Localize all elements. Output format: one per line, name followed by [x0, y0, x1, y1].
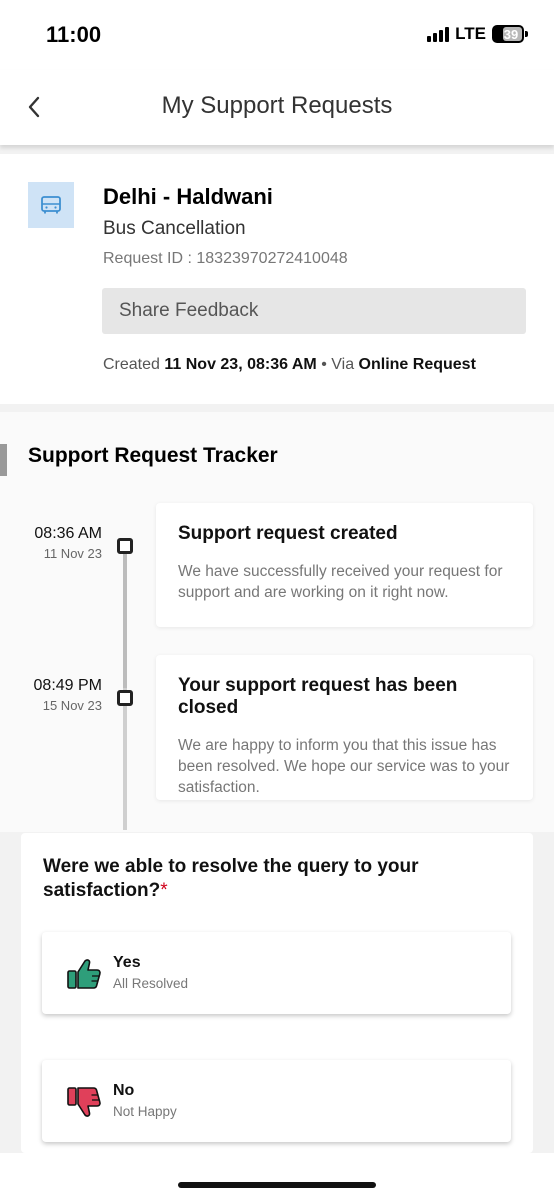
event-date: 15 Nov 23	[42, 698, 102, 713]
option-sublabel: All Resolved	[113, 976, 189, 991]
event-time: 08:49 PM	[33, 677, 102, 694]
event-time: 08:36 AM	[34, 525, 102, 542]
support-request-tracker: Support Request Tracker 08:36 AM 11 Nov …	[0, 412, 554, 832]
battery-level: 39	[503, 26, 519, 42]
request-summary-card: Delhi - Haldwani Bus Cancellation Reques…	[0, 154, 554, 404]
status-indicators: LTE 39	[427, 24, 528, 44]
request-category: Bus Cancellation	[103, 218, 246, 239]
timeline-event-card: Your support request has been closed We …	[156, 655, 533, 800]
status-bar: 11:00 LTE 39	[0, 0, 554, 70]
created-date: 11 Nov 23, 08:36 AM	[164, 356, 317, 373]
required-mark: *	[160, 880, 168, 901]
timeline-line-segment	[123, 538, 127, 688]
network-type: LTE	[455, 24, 486, 43]
timeline-node	[117, 538, 133, 554]
battery-icon: 39	[492, 25, 528, 43]
request-id: Request ID : 18323970272410048	[103, 250, 348, 267]
event-title: Support request created	[178, 523, 398, 544]
satisfaction-question: Were we able to resolve the query to you…	[43, 855, 483, 903]
event-date: 11 Nov 23	[43, 546, 102, 561]
option-label: No	[113, 1082, 135, 1099]
bottom-bar	[0, 1153, 554, 1200]
created-label: Created	[103, 356, 160, 373]
via-channel: Online Request	[358, 356, 476, 373]
event-description: We have successfully received your reque…	[178, 563, 503, 601]
event-title: Your support request has been closed	[178, 675, 458, 718]
bus-icon	[28, 182, 74, 228]
event-description: We are happy to inform you that this iss…	[178, 737, 510, 796]
status-time: 11:00	[46, 22, 102, 47]
via-label: • Via	[321, 356, 355, 373]
timeline-node	[117, 690, 133, 706]
created-info: Created 11 Nov 23, 08:36 AM • Via Online…	[103, 356, 476, 374]
tracker-title: Support Request Tracker	[28, 444, 278, 467]
option-yes[interactable]: Yes All Resolved	[42, 932, 511, 1014]
timeline-event-card: Support request created We have successf…	[156, 503, 533, 627]
route-title: Delhi - Haldwani	[103, 184, 273, 209]
option-sublabel: Not Happy	[113, 1104, 177, 1119]
app-header: My Support Requests	[0, 70, 554, 145]
option-label: Yes	[113, 954, 141, 971]
share-feedback-button[interactable]: Share Feedback	[102, 288, 526, 334]
section-accent-bar	[0, 444, 7, 476]
satisfaction-card: Were we able to resolve the query to you…	[21, 833, 533, 1153]
signal-icon	[427, 26, 450, 42]
thumbs-down-icon	[67, 1087, 101, 1117]
question-text: Were we able to resolve the query to you…	[43, 856, 419, 901]
home-indicator[interactable]	[178, 1182, 376, 1188]
option-no[interactable]: No Not Happy	[42, 1060, 511, 1142]
page-title: My Support Requests	[161, 92, 393, 119]
thumbs-up-icon	[67, 959, 101, 989]
